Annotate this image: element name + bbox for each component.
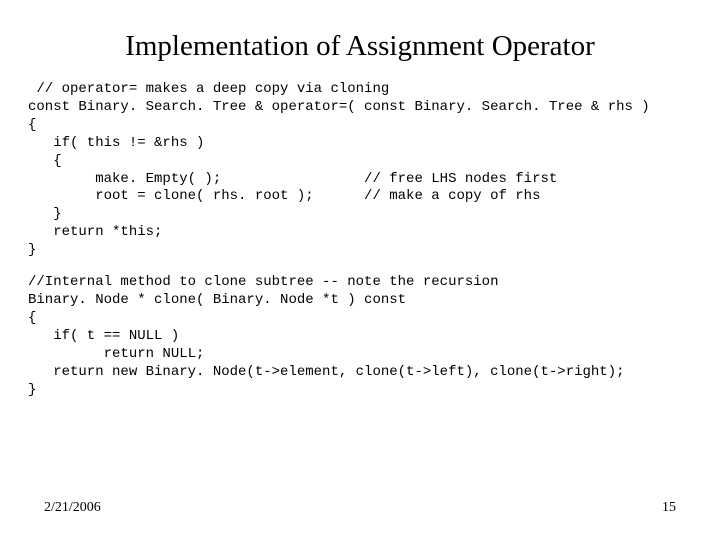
code-block-operator: // operator= makes a deep copy via cloni… (28, 81, 692, 260)
page-title: Implementation of Assignment Operator (28, 30, 692, 63)
code-block-clone: //Internal method to clone subtree -- no… (28, 274, 692, 399)
footer-date: 2/21/2006 (44, 500, 101, 516)
footer-page-number: 15 (662, 500, 676, 516)
slide: Implementation of Assignment Operator //… (0, 0, 720, 540)
footer: 2/21/2006 15 (0, 500, 720, 516)
